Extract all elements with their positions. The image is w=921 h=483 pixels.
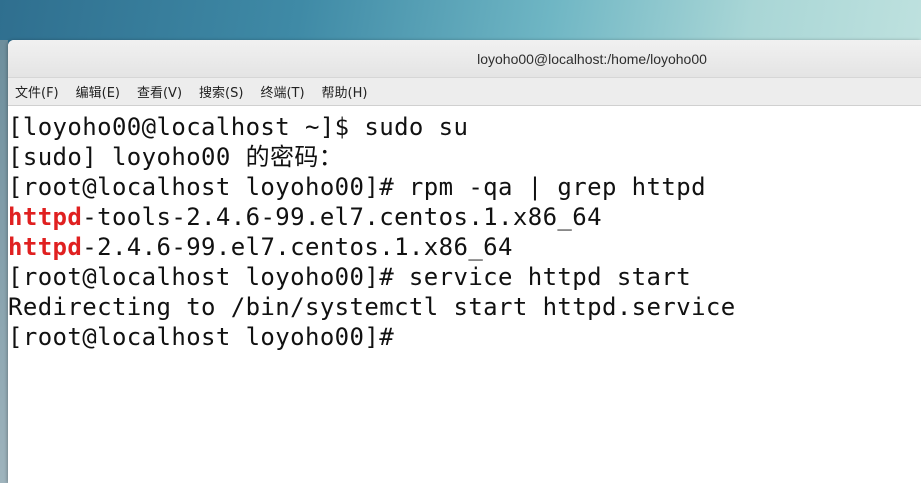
desktop-background xyxy=(0,40,8,483)
terminal-prompt-line: [root@localhost loyoho00]# xyxy=(8,323,409,351)
window-title: loyoho00@localhost:/home/loyoho00 xyxy=(477,50,707,67)
terminal-line: [sudo] loyoho00 的密码： xyxy=(8,143,344,171)
grep-match: httpd xyxy=(8,203,83,231)
menu-terminal[interactable]: 终端(T) xyxy=(259,79,312,104)
menu-search[interactable]: 搜索(S) xyxy=(198,79,251,104)
menu-file[interactable]: 文件(F) xyxy=(14,79,67,104)
terminal-line: httpd-tools-2.4.6-99.el7.centos.1.x86_64 xyxy=(8,203,602,231)
terminal-window[interactable]: loyoho00@localhost:/home/loyoho00 文件(F) … xyxy=(8,40,921,483)
grep-match: httpd xyxy=(8,233,83,261)
terminal-line: [root@localhost loyoho00]# service httpd… xyxy=(8,263,692,291)
terminal-output[interactable]: [loyoho00@localhost ~]$ sudo su [sudo] l… xyxy=(8,106,921,483)
terminal-line: httpd-2.4.6-99.el7.centos.1.x86_64 xyxy=(8,233,513,261)
menu-help[interactable]: 帮助(H) xyxy=(321,79,376,104)
menu-view[interactable]: 查看(V) xyxy=(136,79,190,104)
terminal-line: [loyoho00@localhost ~]$ sudo su xyxy=(8,113,469,141)
terminal-line: [root@localhost loyoho00]# rpm -qa | gre… xyxy=(8,173,706,201)
window-titlebar[interactable]: loyoho00@localhost:/home/loyoho00 xyxy=(8,40,921,78)
terminal-line: Redirecting to /bin/systemctl start http… xyxy=(8,293,736,321)
menu-bar: 文件(F) 编辑(E) 查看(V) 搜索(S) 终端(T) 帮助(H) xyxy=(8,78,921,106)
menu-edit[interactable]: 编辑(E) xyxy=(75,79,128,104)
